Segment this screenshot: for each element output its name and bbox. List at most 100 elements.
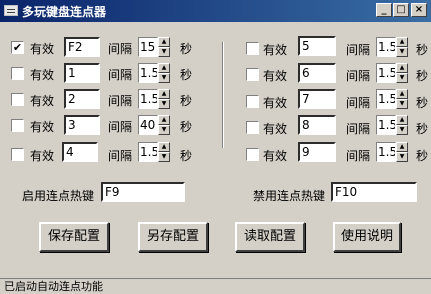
disable-hotkey-field[interactable]: F10 [331,182,417,202]
valid-label: 有效 [263,69,288,83]
window-title: 多玩键盘连点器 [22,5,107,19]
keyboard-icon [4,5,18,16]
spin-up-icon[interactable]: ▲ [396,37,408,47]
load-config-button[interactable]: 读取配置 [235,222,305,252]
seconds-label: 秒 [416,96,429,110]
interval-value[interactable]: 1.5 [376,89,396,109]
valid-checkbox[interactable] [246,42,259,55]
valid-checkbox[interactable] [246,95,259,108]
interval-label: 间隔 [108,42,133,56]
spin-up-icon[interactable]: ▲ [158,63,170,73]
spin-up-icon[interactable]: ▲ [396,142,408,152]
valid-checkbox[interactable] [11,93,24,106]
valid-label: 有效 [30,68,55,82]
valid-label: 有效 [30,120,55,134]
save-config-button[interactable]: 保存配置 [39,222,109,252]
interval-label: 间隔 [346,69,371,83]
valid-label: 有效 [30,94,55,108]
interval-label: 间隔 [346,96,371,110]
interval-value[interactable]: 1.5 [376,37,396,57]
status-bar: 已启动自动连点功能 [0,278,431,294]
valid-label: 有效 [263,122,288,136]
spin-down-icon[interactable]: ▼ [158,152,170,162]
interval-value[interactable]: 1.5 [138,142,158,162]
minimize-button[interactable]: _ [376,3,392,17]
spin-up-icon[interactable]: ▲ [158,115,170,125]
spin-down-icon[interactable]: ▼ [396,152,408,162]
spin-down-icon[interactable]: ▼ [158,47,170,57]
spin-up-icon[interactable]: ▲ [158,142,170,152]
interval-value[interactable]: 1.5 [376,63,396,83]
seconds-label: 秒 [180,120,193,134]
spin-down-icon[interactable]: ▼ [396,125,408,135]
valid-checkbox[interactable] [246,68,259,81]
spin-down-icon[interactable]: ▼ [396,47,408,57]
key-field[interactable]: 1 [64,63,100,83]
app-window: 多玩键盘连点器 _ □ × ✔ 有效 F2 间隔 15 ▲ ▼ 秒 有效 1 间… [0,0,431,294]
valid-checkbox[interactable] [246,148,259,161]
interval-spinner[interactable]: 1.5 ▲ ▼ [138,142,170,162]
spin-up-icon[interactable]: ▲ [396,115,408,125]
interval-value[interactable]: 1.5 [376,142,396,162]
interval-label: 间隔 [108,94,133,108]
interval-label: 间隔 [108,149,133,163]
help-button[interactable]: 使用说明 [333,222,401,252]
interval-spinner[interactable]: 15 ▲ ▼ [138,37,170,57]
interval-label: 间隔 [346,149,371,163]
interval-label: 间隔 [108,120,133,134]
interval-spinner[interactable]: 1.5 ▲ ▼ [376,142,408,162]
close-button[interactable]: × [411,3,427,17]
valid-checkbox[interactable] [11,67,24,80]
valid-label: 有效 [30,42,55,56]
spin-up-icon[interactable]: ▲ [158,37,170,47]
interval-value[interactable]: 1.5 [376,115,396,135]
seconds-label: 秒 [180,42,193,56]
interval-label: 间隔 [346,43,371,57]
interval-spinner[interactable]: 1.5 ▲ ▼ [376,37,408,57]
spin-down-icon[interactable]: ▼ [158,125,170,135]
interval-spinner[interactable]: 1.5 ▲ ▼ [138,63,170,83]
interval-value[interactable]: 1.5 [138,63,158,83]
interval-spinner[interactable]: 1.5 ▲ ▼ [138,89,170,109]
valid-checkbox[interactable] [11,148,24,161]
key-field[interactable]: 4 [62,142,98,162]
seconds-label: 秒 [180,94,193,108]
key-field[interactable]: 3 [64,115,100,135]
maximize-button[interactable]: □ [393,3,409,17]
spin-up-icon[interactable]: ▲ [158,89,170,99]
key-field[interactable]: 2 [64,89,100,109]
interval-spinner[interactable]: 1.5 ▲ ▼ [376,63,408,83]
seconds-label: 秒 [416,122,429,136]
spin-down-icon[interactable]: ▼ [158,73,170,83]
title-bar[interactable]: 多玩键盘连点器 _ □ × [0,0,431,22]
seconds-label: 秒 [416,149,429,163]
spin-up-icon[interactable]: ▲ [396,63,408,73]
spin-down-icon[interactable]: ▼ [396,73,408,83]
interval-value[interactable]: 15 [138,37,158,57]
valid-checkbox[interactable] [11,119,24,132]
spin-up-icon[interactable]: ▲ [396,89,408,99]
spin-down-icon[interactable]: ▼ [158,99,170,109]
seconds-label: 秒 [180,149,193,163]
column-divider [222,42,224,148]
key-field[interactable]: 9 [298,142,336,162]
valid-label: 有效 [30,149,55,163]
interval-spinner[interactable]: 1.5 ▲ ▼ [376,89,408,109]
valid-checkbox[interactable] [246,121,259,134]
interval-label: 间隔 [108,68,133,82]
interval-value[interactable]: 1.5 [138,89,158,109]
interval-spinner[interactable]: 1.5 ▲ ▼ [376,115,408,135]
key-field[interactable]: 6 [298,63,336,83]
interval-spinner[interactable]: 40 ▲ ▼ [138,115,170,135]
interval-label: 间隔 [346,122,371,136]
key-field[interactable]: 7 [298,89,336,109]
spin-down-icon[interactable]: ▼ [396,99,408,109]
key-field[interactable]: 5 [298,36,336,56]
valid-checkbox[interactable]: ✔ [11,41,24,54]
key-field[interactable]: F2 [64,37,100,57]
save-as-config-button[interactable]: 另存配置 [138,222,208,252]
valid-label: 有效 [263,149,288,163]
key-field[interactable]: 8 [298,115,336,135]
interval-value[interactable]: 40 [138,115,158,135]
enable-hotkey-field[interactable]: F9 [101,182,185,202]
